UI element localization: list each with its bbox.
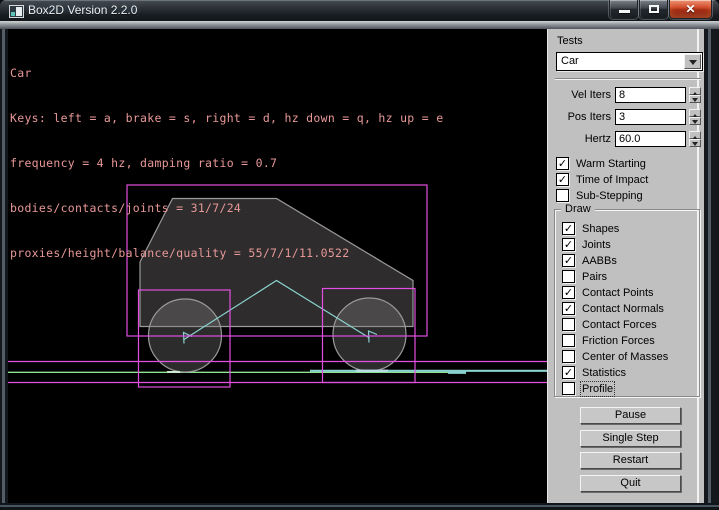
close-icon: ✕ xyxy=(670,2,711,16)
window-title: Box2D Version 2.2.0 xyxy=(28,0,137,21)
tests-label: Tests xyxy=(557,35,583,47)
keys-help: Keys: left = a, brake = s, right = d, hz… xyxy=(10,111,443,126)
front-wheel[interactable] xyxy=(333,298,406,371)
hertz-spinner[interactable] xyxy=(689,131,701,147)
maximize-button[interactable] xyxy=(639,0,668,19)
control-panel: Tests Car Vel Iters Pos Iters Hertz ✓ Wa… xyxy=(547,29,704,503)
checkbox-box xyxy=(556,189,569,202)
spinner-up-icon[interactable] xyxy=(689,109,701,117)
vel-iters-input[interactable] xyxy=(615,87,686,103)
checkbox-box: ✓ xyxy=(562,366,575,379)
spinner-down-icon[interactable] xyxy=(689,95,701,103)
window-resize-border-bottom[interactable] xyxy=(0,503,719,510)
spinner-up-icon[interactable] xyxy=(689,131,701,139)
simulation-canvas[interactable]: Car Keys: left = a, brake = s, right = d… xyxy=(8,29,547,503)
tests-dropdown-value: Car xyxy=(561,55,579,67)
checkbox-box: ✓ xyxy=(562,222,575,235)
single-step-button[interactable]: Single Step xyxy=(580,430,681,447)
checkbox-box: ✓ xyxy=(562,286,575,299)
spinner-up-icon[interactable] xyxy=(689,87,701,95)
checkbox-box: ✓ xyxy=(556,157,569,170)
restart-button[interactable]: Restart xyxy=(580,452,681,469)
checkbox-box xyxy=(562,318,575,331)
window-resize-border-left[interactable] xyxy=(0,29,8,503)
pos-iters-spinner[interactable] xyxy=(689,109,701,125)
checkbox-box: ✓ xyxy=(562,254,575,267)
stats-proxies: proxies/height/balance/quality = 55/7/1/… xyxy=(10,246,443,261)
test-title: Car xyxy=(10,66,443,81)
minimize-icon xyxy=(619,10,630,13)
stats-bodies: bodies/contacts/joints = 31/7/24 xyxy=(10,201,443,216)
checkbox-box: ✓ xyxy=(562,238,575,251)
quit-button[interactable]: Quit xyxy=(580,475,681,492)
checkbox-box: ✓ xyxy=(562,302,575,315)
tests-dropdown-button[interactable] xyxy=(684,54,701,69)
frequency-info: frequency = 4 hz, damping ratio = 0.7 xyxy=(10,156,443,171)
checkbox-box xyxy=(562,382,575,395)
checkbox-box xyxy=(562,270,575,283)
minimize-button[interactable] xyxy=(609,0,638,19)
vel-iters-spinner[interactable] xyxy=(689,87,701,103)
spinner-down-icon[interactable] xyxy=(689,139,701,147)
checkbox-box: ✓ xyxy=(556,173,569,186)
app-window: Box2D Version 2.2.0 ✕ xyxy=(0,0,719,510)
titlebar-sheen xyxy=(0,21,719,29)
spinner-down-icon[interactable] xyxy=(689,117,701,125)
chevron-down-icon xyxy=(689,60,697,69)
window-icon xyxy=(9,5,24,18)
hud-overlay: Car Keys: left = a, brake = s, right = d… xyxy=(10,36,443,291)
draw-group-title: Draw xyxy=(561,203,595,215)
pos-iters-input[interactable] xyxy=(615,109,686,125)
pos-iters-label: Pos Iters xyxy=(548,111,611,123)
pause-button[interactable]: Pause xyxy=(580,407,681,424)
checkbox-box xyxy=(562,350,575,363)
separator xyxy=(555,78,701,80)
checkbox-box xyxy=(562,334,575,347)
hertz-input[interactable] xyxy=(615,131,686,147)
close-button[interactable]: ✕ xyxy=(669,0,712,19)
tests-dropdown[interactable]: Car xyxy=(556,52,703,71)
vel-iters-label: Vel Iters xyxy=(548,89,611,101)
maximize-icon xyxy=(649,5,659,13)
caption-buttons: ✕ xyxy=(608,0,712,19)
window-resize-border-right[interactable] xyxy=(704,29,719,503)
hertz-label: Hertz xyxy=(548,133,611,145)
